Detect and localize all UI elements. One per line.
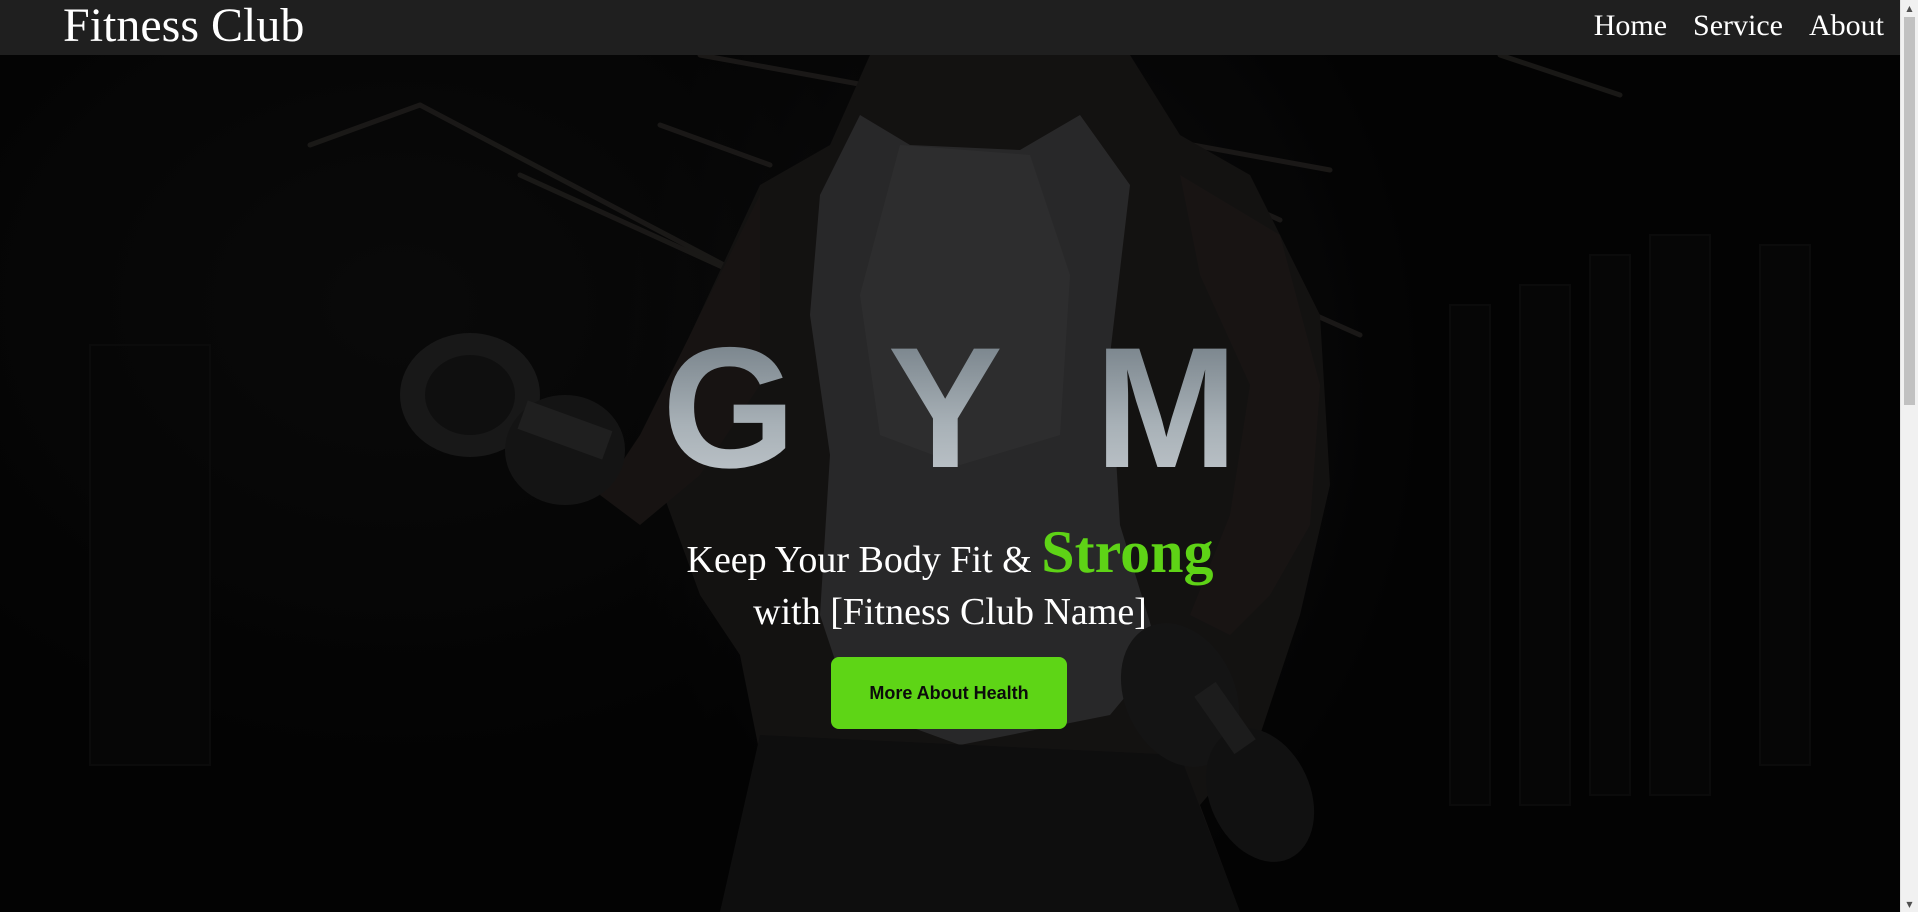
- scroll-up-arrow-icon[interactable]: ▲: [1901, 0, 1918, 16]
- nav-link-home[interactable]: Home: [1594, 8, 1667, 44]
- nav-link-about[interactable]: About: [1809, 8, 1884, 44]
- navbar: Fitness Club Home Service About: [0, 0, 1900, 55]
- hero-tagline: Keep Your Body Fit & Strong with [Fitnes…: [0, 522, 1900, 638]
- nav-links: Home Service About: [1594, 8, 1884, 44]
- scrollbar-thumb[interactable]: [1904, 17, 1915, 405]
- scroll-down-arrow-icon[interactable]: ▼: [1901, 896, 1918, 912]
- brand-logo-text[interactable]: Fitness Club: [63, 0, 304, 52]
- hero-section: GYM: [0, 55, 1900, 912]
- more-about-health-button[interactable]: More About Health: [831, 657, 1067, 729]
- tagline-line2: with [Fitness Club Name]: [753, 591, 1147, 633]
- page: GYM Keep Your Body Fit & Strong with [Fi…: [0, 0, 1918, 912]
- vertical-scrollbar[interactable]: ▲ ▼: [1900, 0, 1918, 912]
- tagline-line1: Keep Your Body Fit &: [686, 539, 1042, 581]
- nav-link-service[interactable]: Service: [1693, 8, 1783, 44]
- hero-title: GYM: [0, 322, 1900, 494]
- tagline-highlight: Strong: [1041, 519, 1214, 585]
